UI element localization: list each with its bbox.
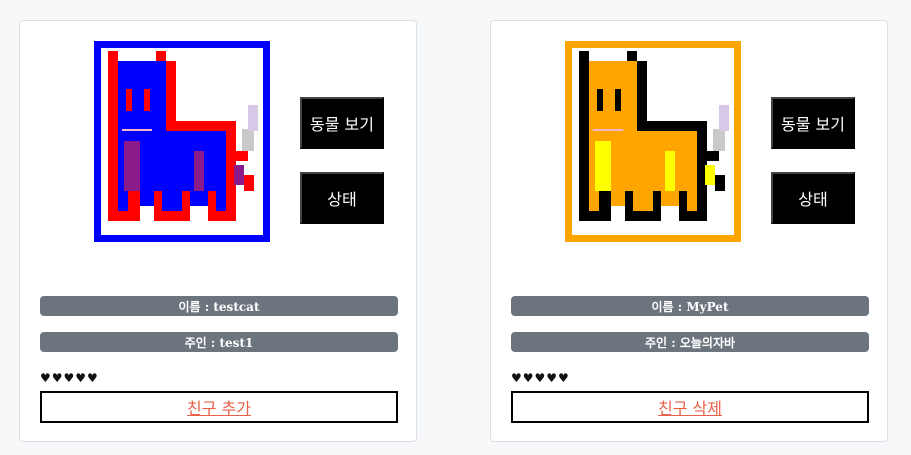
- pet-image: [94, 41, 270, 242]
- view-animal-button[interactable]: 동물 보기: [771, 97, 855, 149]
- hearts-rating: ♥♥♥♥♥: [40, 371, 99, 385]
- pet-name-badge: 이름 : testcat: [40, 296, 398, 316]
- pet-owner-badge: 주인 : 오늘의자바: [511, 332, 869, 352]
- pet-card: 동물 보기 상태 이름 : testcat 주인 : test1 ♥♥♥♥♥ 친…: [19, 20, 417, 442]
- pet-card: 동물 보기 상태 이름 : MyPet 주인 : 오늘의자바 ♥♥♥♥♥ 친구 …: [490, 20, 888, 442]
- add-friend-button[interactable]: 친구 추가: [40, 391, 398, 423]
- pet-name-badge: 이름 : MyPet: [511, 296, 869, 316]
- view-animal-button[interactable]: 동물 보기: [300, 97, 384, 149]
- status-button[interactable]: 상태: [771, 172, 855, 224]
- pixel-cat-icon: [565, 41, 741, 242]
- remove-friend-button[interactable]: 친구 삭제: [511, 391, 869, 423]
- pixel-cat-icon: [94, 41, 270, 242]
- pet-image: [565, 41, 741, 242]
- hearts-rating: ♥♥♥♥♥: [511, 371, 570, 385]
- pet-owner-badge: 주인 : test1: [40, 332, 398, 352]
- status-button[interactable]: 상태: [300, 172, 384, 224]
